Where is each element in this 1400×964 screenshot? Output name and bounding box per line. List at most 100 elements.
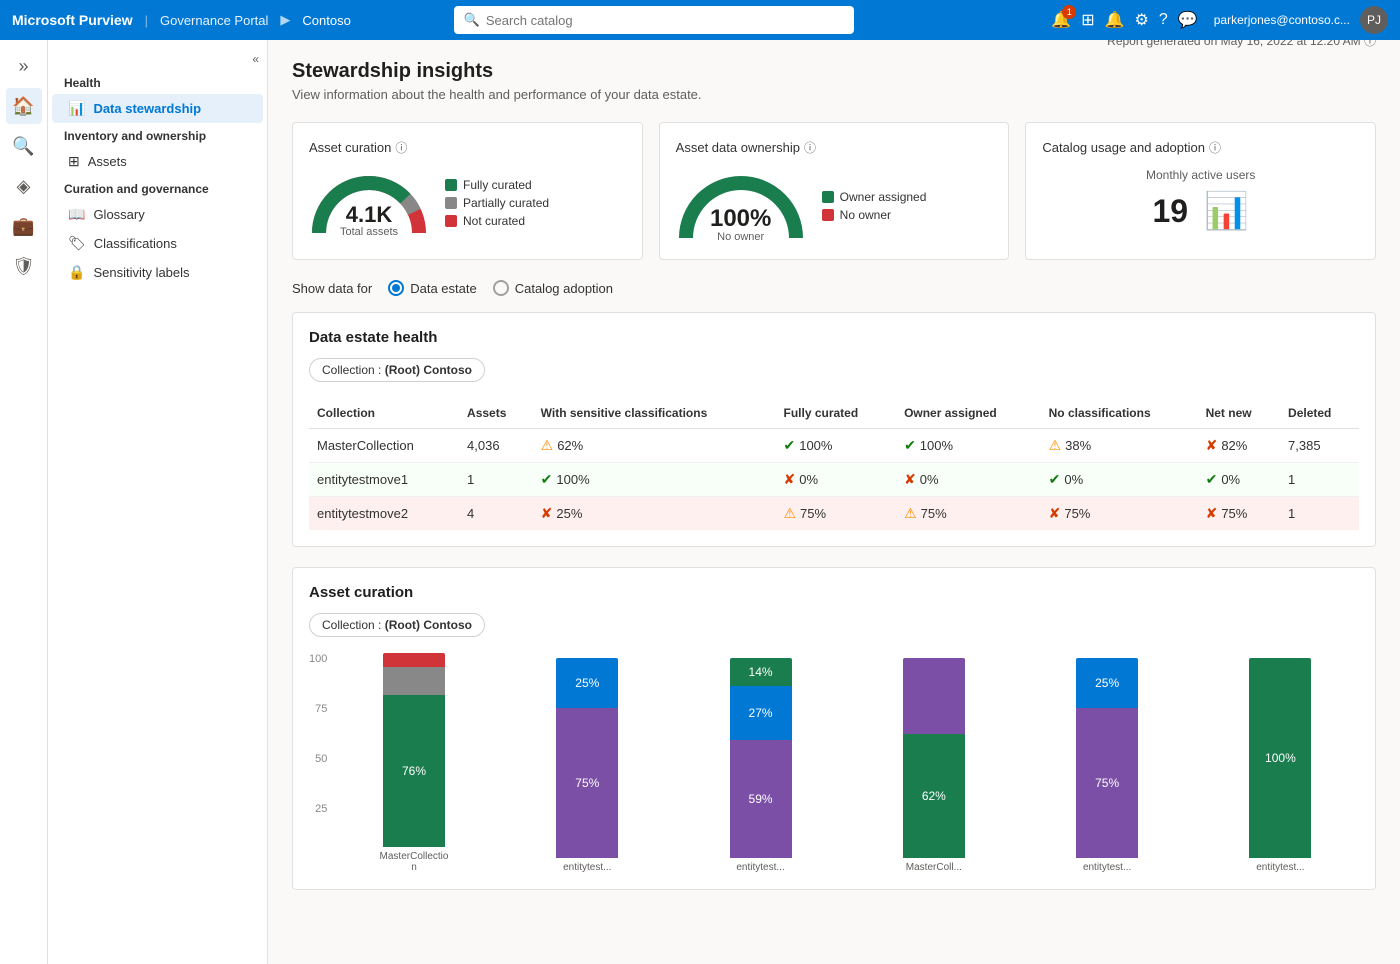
radio-data-estate-circle[interactable] — [388, 280, 404, 296]
gauge-center: 100% No owner — [710, 207, 771, 243]
cell-collection: entitytestmove1 — [309, 463, 459, 497]
cell-fully-curated: ✔ 100% — [775, 429, 896, 463]
bar-chart-icon: 📊 — [1204, 190, 1249, 232]
collection-pill-curation[interactable]: Collection : (Root) Contoso — [309, 613, 485, 637]
legend-item-partially-curated: Partially curated — [445, 196, 549, 210]
collection-pill-health[interactable]: Collection : (Root) Contoso — [309, 358, 485, 382]
sidebar-item-sensitivity-label: Sensitivity labels — [93, 265, 189, 280]
cell-fully-curated: ⚠ 75% — [775, 497, 896, 531]
asset-curation-chart-section: Asset curation Collection : (Root) Conto… — [292, 567, 1376, 890]
gauge-value: 100% — [710, 207, 771, 231]
sidebar-collapse-button[interactable]: « — [48, 48, 267, 70]
cell-owner-assigned: ⚠ 75% — [896, 497, 1041, 531]
stacked-bar: 25%75% — [1076, 658, 1138, 858]
ok-icon: ✔ — [1049, 471, 1061, 488]
show-data-for-group: Show data for Data estate Catalog adopti… — [292, 280, 1376, 296]
monthly-users-label: Monthly active users — [1042, 168, 1359, 182]
page-title: Stewardship insights — [292, 60, 702, 83]
data-estate-health-section: Data estate health Collection : (Root) C… — [292, 312, 1376, 547]
legend-dot-fully-curated — [445, 179, 457, 191]
legend-dot-no-owner — [822, 209, 834, 221]
apps-icon[interactable]: ⊞ — [1081, 10, 1094, 30]
sidebar-item-sensitivity[interactable]: 🔒 Sensitivity labels — [52, 258, 263, 287]
donut-center: 4.1K Total assets — [340, 204, 398, 238]
err-icon: ✘ — [1206, 505, 1218, 522]
y-label-75: 75 — [315, 703, 327, 715]
search-bar[interactable]: 🔍 — [454, 6, 854, 34]
collapse-icon[interactable]: « — [252, 52, 259, 66]
search-icon: 🔍 — [464, 12, 480, 28]
warn-icon: ⚠ — [1049, 437, 1062, 454]
nav-shield-icon[interactable]: 🛡 — [6, 248, 42, 284]
sidebar: « Health 📊 Data stewardship Inventory an… — [48, 40, 268, 964]
sidebar-item-glossary-label: Glossary — [93, 207, 144, 222]
cell-collection: MasterCollection — [309, 429, 459, 463]
top-navigation: Microsoft Purview | Governance Portal ▶ … — [0, 0, 1400, 40]
cell-net-new: ✘ 75% — [1198, 497, 1280, 531]
help-icon[interactable]: ? — [1159, 11, 1168, 29]
page-subtitle: View information about the health and pe… — [292, 87, 702, 102]
asset-curation-card: Asset curation ⓘ — [292, 122, 643, 260]
gauge-chart: 100% No owner — [676, 168, 806, 243]
sidebar-item-assets[interactable]: ⊞ Assets — [52, 147, 263, 176]
stacked-bar: 14%27%59% — [730, 658, 792, 858]
asset-curation-info-icon[interactable]: ⓘ — [395, 139, 407, 156]
bar-label: MasterCollection — [379, 851, 449, 873]
nav-home-icon[interactable]: 🏠 — [6, 88, 42, 124]
catalog-usage-title: Catalog usage and adoption ⓘ — [1042, 139, 1359, 156]
notification-icon[interactable]: 🔔 1 — [1051, 10, 1071, 30]
sensitivity-icon: 🔒 — [68, 264, 85, 281]
col-assets: Assets — [459, 398, 533, 429]
cell-net-new: ✘ 82% — [1198, 429, 1280, 463]
catalog-usage-info-icon[interactable]: ⓘ — [1209, 139, 1221, 156]
stacked-bar: 25%75% — [556, 658, 618, 858]
bar-group: 25%75%entitytest... — [1028, 653, 1185, 873]
cell-assets: 4,036 — [459, 429, 533, 463]
cell-assets: 4 — [459, 497, 533, 531]
cell-owner-assigned: ✘ 0% — [896, 463, 1041, 497]
ok-icon: ✔ — [783, 437, 795, 454]
show-data-for-label: Show data for — [292, 281, 372, 296]
nav-collapse-expand[interactable]: » — [6, 48, 42, 84]
bar-label: entitytest... — [563, 862, 611, 873]
donut-value: 4.1K — [340, 204, 398, 226]
bell-icon[interactable]: 🔔 — [1105, 10, 1125, 30]
ok-icon: ✔ — [904, 437, 916, 454]
donut-area: 4.1K Total assets Fully curated Partiall… — [309, 168, 626, 238]
table-row: MasterCollection 4,036 ⚠ 62% ✔ 100% ✔ 10… — [309, 429, 1359, 463]
bar-segment — [383, 653, 445, 667]
cell-sensitive: ⚠ 62% — [533, 429, 776, 463]
sidebar-item-glossary[interactable]: 📖 Glossary — [52, 200, 263, 229]
nav-search-icon[interactable]: 🔍 — [6, 128, 42, 164]
legend-item-not-curated: Not curated — [445, 214, 549, 228]
settings-icon[interactable]: ⚙ — [1135, 10, 1149, 30]
main-content: Stewardship insights View information ab… — [268, 40, 1400, 964]
search-input[interactable] — [486, 13, 844, 28]
asset-ownership-info-icon[interactable]: ⓘ — [804, 139, 816, 156]
legend-item-fully-curated: Fully curated — [445, 178, 549, 192]
brand-name: Microsoft Purview — [12, 12, 133, 28]
avatar[interactable]: PJ — [1360, 6, 1388, 34]
summary-cards: Asset curation ⓘ — [292, 122, 1376, 260]
radio-catalog-adoption-circle[interactable] — [493, 280, 509, 296]
bar-segment: 59% — [730, 740, 792, 858]
notification-badge: 1 — [1062, 5, 1076, 19]
feedback-icon[interactable]: 💬 — [1178, 10, 1198, 30]
ok-icon: ✔ — [1206, 471, 1218, 488]
asset-curation-chart-title: Asset curation — [309, 584, 1359, 601]
classifications-icon: 🏷 — [68, 235, 86, 252]
warn-icon: ⚠ — [541, 437, 554, 454]
bar-segment — [383, 667, 445, 695]
nav-briefcase-icon[interactable]: 💼 — [6, 208, 42, 244]
nav-data-icon[interactable]: ◈ — [6, 168, 42, 204]
data-estate-health-title: Data estate health — [309, 329, 1359, 346]
radio-data-estate[interactable]: Data estate — [388, 280, 477, 296]
bar-group: 100%entitytest... — [1202, 653, 1359, 873]
cell-owner-assigned: ✔ 100% — [896, 429, 1041, 463]
bar-segment: 25% — [1076, 658, 1138, 708]
radio-catalog-adoption[interactable]: Catalog adoption — [493, 280, 613, 296]
sidebar-item-classifications[interactable]: 🏷 Classifications — [52, 229, 263, 258]
cell-assets: 1 — [459, 463, 533, 497]
sidebar-item-data-stewardship[interactable]: 📊 Data stewardship — [52, 94, 263, 123]
bar-segment — [903, 658, 965, 734]
